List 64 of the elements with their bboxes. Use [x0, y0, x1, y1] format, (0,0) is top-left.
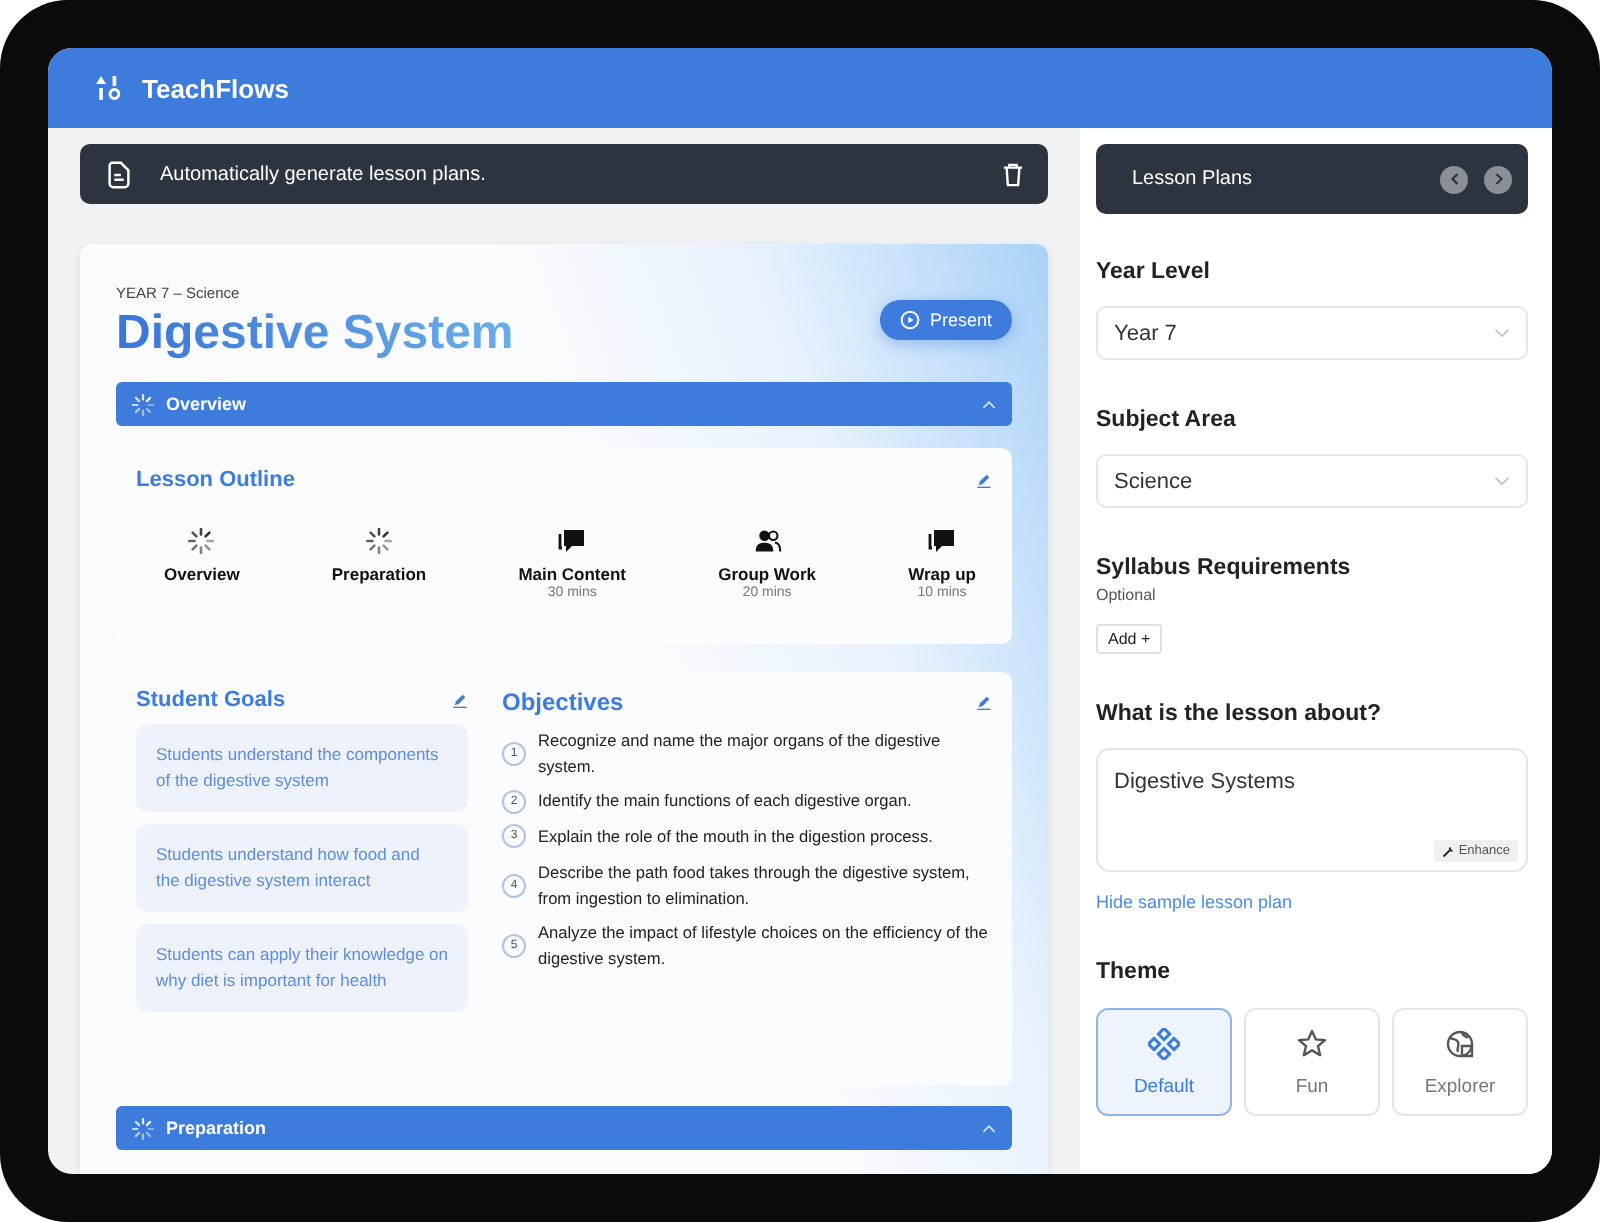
pencil-icon	[976, 472, 992, 488]
panel-title: Lesson Outline	[136, 468, 295, 492]
chevron-down-icon	[1494, 328, 1510, 338]
app-name: TeachFlows	[142, 73, 289, 103]
objective-text: Analyze the impact of lifestyle choices on the efficiency of the digestive system.	[538, 920, 990, 972]
field-label: What is the lesson about?	[1096, 702, 1381, 726]
panel-title: Student Goals	[136, 688, 286, 712]
goal-card: Students understand the components of the digestive system	[136, 724, 468, 812]
step-label: Wrap up	[908, 564, 976, 584]
add-button[interactable]: Add +	[1096, 624, 1163, 654]
lesson-plans-title: Lesson Plans	[1132, 168, 1253, 190]
banner-text: Automatically generate lesson plans.	[160, 163, 488, 185]
loading-spinner-icon	[132, 1117, 154, 1139]
sample-link[interactable]: Hide sample lesson plan	[1096, 892, 1293, 912]
chat-bubbles-icon	[928, 528, 957, 554]
step-label: Group Work	[718, 564, 817, 584]
step-label: Preparation	[331, 564, 427, 584]
pencil-icon	[976, 694, 992, 710]
goal-card: Students understand how food and the digestive system interact	[136, 824, 468, 912]
previous-button[interactable]	[1440, 165, 1468, 193]
logo-icon	[94, 74, 122, 102]
objective-text: Identify the main functions of each digestive organ.	[538, 788, 912, 815]
trash-icon	[1002, 161, 1024, 187]
theme-option[interactable]: Default	[1096, 1008, 1232, 1116]
field-label: Syllabus Requirements	[1096, 556, 1351, 580]
chevron-up-icon	[982, 399, 996, 409]
goal-card: Students can apply their knowledge on why diet is important for health	[136, 924, 468, 1012]
hint-text: Optional	[1096, 586, 1156, 604]
globe-icon	[1444, 1027, 1476, 1059]
field-label: Subject Area	[1096, 408, 1236, 432]
section-title: Preparation	[166, 1118, 269, 1138]
step-label: Overview	[164, 564, 240, 584]
loading-spinner-icon	[132, 393, 154, 415]
chevron-up-icon	[982, 1123, 996, 1133]
chevron-right-icon	[1493, 172, 1503, 186]
pencil-icon	[452, 692, 468, 708]
subject-area-select[interactable]: Science	[1096, 454, 1528, 508]
step-label: Main Content	[518, 564, 627, 584]
section-title: Overview	[166, 394, 249, 414]
loading-spinner-icon	[366, 528, 392, 554]
section-header[interactable]: Preparation	[116, 1106, 1012, 1150]
objective-text: Describe the path food takes through the digestive system, from ingestion to elimination.	[538, 859, 972, 911]
star-icon	[1296, 1027, 1328, 1059]
next-button[interactable]	[1484, 165, 1512, 193]
panel-title: Objectives	[502, 688, 624, 716]
document-icon	[104, 159, 134, 189]
diamonds-icon	[1148, 1027, 1180, 1059]
loading-spinner-icon	[188, 528, 215, 554]
chat-bubbles-icon	[558, 528, 587, 554]
theme-option[interactable]: Explorer	[1392, 1008, 1528, 1116]
play-circle-icon	[899, 310, 920, 330]
objective-text: Recognize and name the major organs of the digestive system.	[538, 728, 943, 779]
field-label: Year Level	[1096, 260, 1210, 284]
objective-text: Explain the role of the mouth in the digestion process.	[538, 824, 933, 850]
wand-icon	[1442, 845, 1455, 857]
field-label: Theme	[1096, 960, 1171, 984]
year-level-select[interactable]: Year 7	[1096, 306, 1528, 360]
theme-option[interactable]: Fun	[1244, 1008, 1380, 1116]
delete-button[interactable]	[1002, 161, 1024, 187]
chevron-down-icon	[1494, 476, 1510, 486]
people-icon	[753, 528, 782, 554]
present-button[interactable]: Present	[879, 300, 1012, 340]
chevron-left-icon	[1449, 172, 1459, 186]
section-header[interactable]: Overview	[116, 382, 1012, 426]
